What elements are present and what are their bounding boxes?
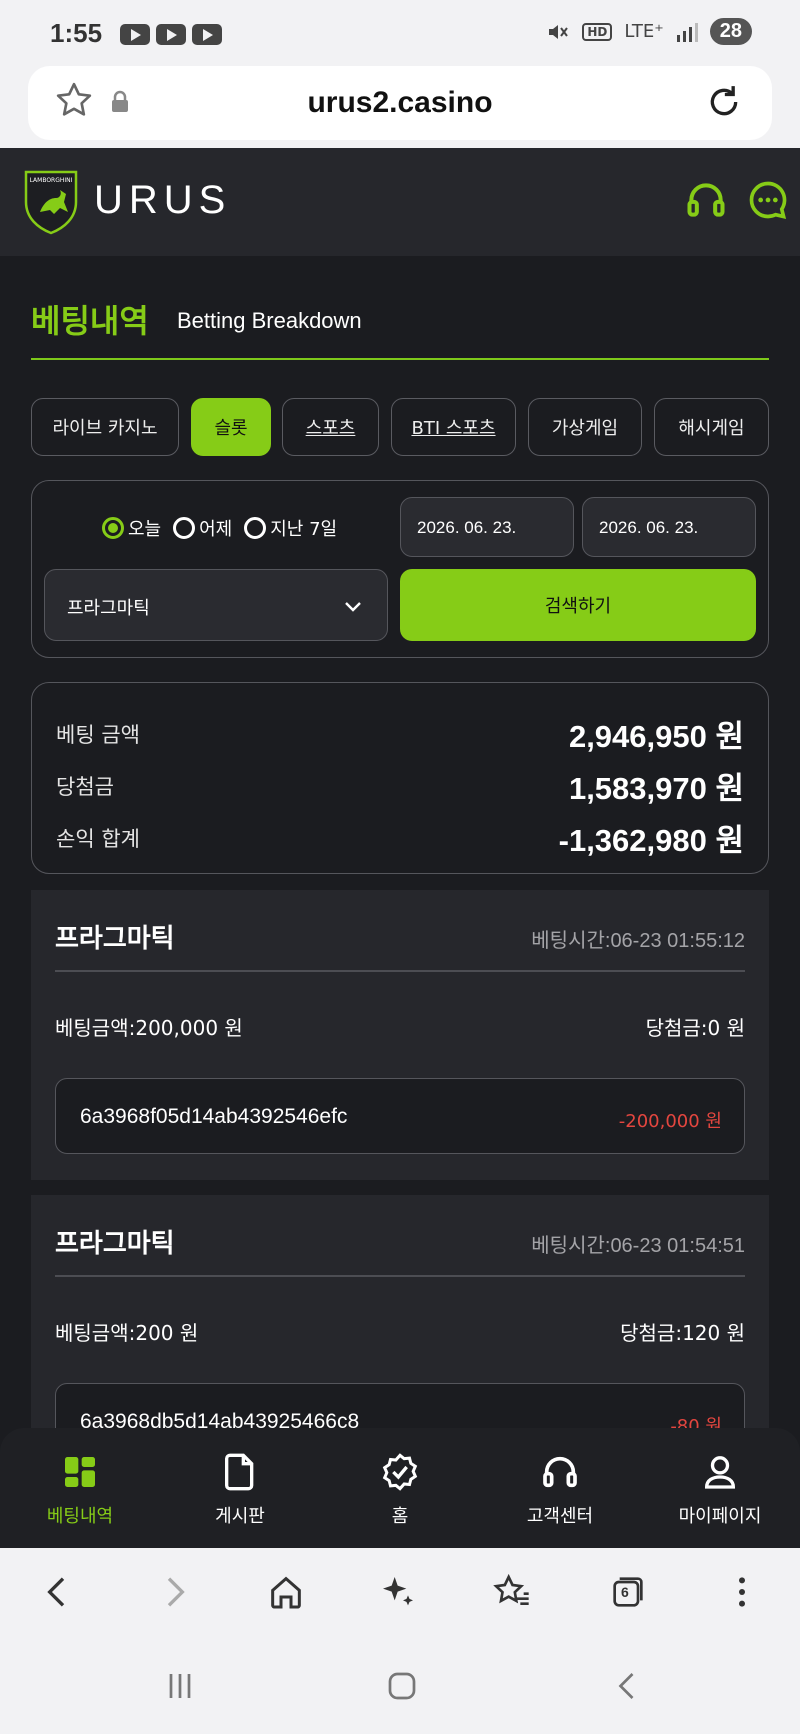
customer-support-headset-icon[interactable]	[684, 178, 728, 222]
summary-bet-row: 베팅 금액 2,946,950 원	[56, 711, 744, 754]
badge-check-icon	[382, 1453, 418, 1491]
browser-address-area: urus2.casino	[0, 62, 800, 148]
bet-pnl: -200,000 원	[618, 1111, 722, 1132]
home-button-icon[interactable]	[382, 1668, 422, 1704]
chat-bubble-icon[interactable]	[746, 178, 790, 222]
bet-amount: 베팅금액:200 원	[55, 1321, 199, 1345]
youtube-notification-icon	[192, 24, 222, 45]
betting-history-icon	[65, 1457, 95, 1487]
home-icon[interactable]	[266, 1572, 306, 1612]
svg-text:LAMBORGHINI: LAMBORGHINI	[30, 177, 73, 184]
mute-icon	[549, 24, 569, 39]
divider	[55, 1275, 745, 1277]
lte-icon: LTE⁺	[624, 21, 664, 42]
provider-select[interactable]: 프라그마틱	[44, 569, 388, 641]
bet-game-name: 프라그마틱	[55, 1229, 175, 1259]
page-title: 베팅내역	[31, 302, 149, 340]
app-header: LAMBORGHINI URUS	[0, 148, 800, 256]
user-icon	[704, 1456, 736, 1489]
summary-pnl-row: 손익 합계 -1,362,980 원	[56, 815, 744, 858]
nav-betting-history[interactable]: 베팅내역	[0, 1428, 160, 1548]
tab-sports[interactable]: 스포츠	[282, 398, 379, 456]
bet-game-name: 프라그마틱	[55, 924, 175, 954]
more-vertical-icon[interactable]	[722, 1572, 762, 1612]
page-subtitle: Betting Breakdown	[177, 308, 362, 333]
category-tabs: 라이브 카지노 슬롯 스포츠 BTI 스포츠 가상게임 해시게임	[31, 398, 769, 456]
hd-voice-icon: HD	[582, 22, 613, 41]
signal-icon	[676, 22, 698, 42]
bookmarks-star-icon[interactable]	[492, 1572, 532, 1612]
nav-my-page[interactable]: 마이페이지	[640, 1428, 800, 1548]
browser-toolbar: 6	[0, 1548, 800, 1638]
date-to-input[interactable]: 2026. 06. 23.	[582, 497, 756, 557]
nav-home[interactable]: 홈	[320, 1428, 480, 1548]
radio-unchecked-icon[interactable]	[244, 517, 267, 539]
tab-count: 6	[621, 1584, 629, 1600]
win-amount: 당첨금:0 원	[645, 1016, 745, 1040]
radio-checked-icon[interactable]	[102, 517, 124, 539]
page-title-row: 베팅내역 Betting Breakdown	[31, 296, 769, 360]
back-arrow-icon[interactable]	[38, 1572, 78, 1612]
status-bar: 1:55 HD LTE⁺ 28	[0, 0, 800, 62]
tab-hash-games[interactable]: 해시게임	[654, 398, 769, 456]
brand-name[interactable]: URUS	[94, 178, 231, 223]
tab-bti-sports[interactable]: BTI 스포츠	[391, 398, 516, 456]
nav-customer-center[interactable]: 고객센터	[480, 1428, 640, 1548]
chevron-down-icon	[345, 602, 361, 612]
summary-win-value: 1,583,970 원	[568, 771, 744, 806]
document-icon	[225, 1453, 254, 1491]
radio-last-7-days[interactable]: 지난 7일	[244, 515, 337, 541]
nav-board[interactable]: 게시판	[160, 1428, 320, 1548]
forward-arrow-icon[interactable]	[154, 1572, 194, 1612]
headset-icon	[543, 1456, 577, 1488]
recent-apps-icon[interactable]	[160, 1668, 200, 1704]
address-bar[interactable]: urus2.casino	[28, 66, 772, 140]
youtube-notification-icon	[156, 24, 186, 45]
tab-virtual-games[interactable]: 가상게임	[528, 398, 642, 456]
reload-icon[interactable]	[704, 82, 744, 122]
summary-win-row: 당첨금 1,583,970 원	[56, 763, 744, 806]
bet-card: 프라그마틱 베팅시간:06-23 01:54:51 베팅금액:200 원 당첨금…	[31, 1195, 769, 1459]
provider-select-value: 프라그마틱	[67, 598, 150, 619]
transaction-box: 6a3968f05d14ab4392546efc -200,000 원	[55, 1078, 745, 1154]
period-radio-group: 오늘 어제 지난 7일	[102, 515, 337, 541]
search-button[interactable]: 검색하기	[400, 569, 756, 641]
bet-amount: 베팅금액:200,000 원	[55, 1016, 243, 1040]
filter-panel: 오늘 어제 지난 7일 2026. 06. 23. 2026. 06. 23. …	[31, 480, 769, 658]
transaction-id: 6a3968f05d14ab4392546efc	[80, 1105, 348, 1128]
system-nav-bar	[0, 1638, 800, 1734]
back-button-icon[interactable]	[608, 1668, 648, 1704]
summary-pnl-value: -1,362,980 원	[558, 823, 744, 858]
tab-live-casino[interactable]: 라이브 카지노	[31, 398, 179, 456]
divider	[55, 970, 745, 972]
summary-bet-value: 2,946,950 원	[568, 719, 744, 754]
app-bottom-nav: 베팅내역 게시판 홈 고객센터 마이페이지	[0, 1428, 800, 1548]
summary-panel: 베팅 금액 2,946,950 원 당첨금 1,583,970 원 손익 합계 …	[31, 682, 769, 874]
lamborghini-logo[interactable]: LAMBORGHINI	[22, 168, 80, 236]
url-text: urus2.casino	[307, 86, 493, 119]
sparkles-icon[interactable]	[378, 1572, 418, 1612]
battery-indicator: 28	[709, 18, 752, 45]
radio-yesterday[interactable]: 어제	[173, 515, 232, 541]
radio-today[interactable]: 오늘	[102, 515, 161, 541]
bet-time: 베팅시간:06-23 01:54:51	[531, 1235, 745, 1257]
tab-slot[interactable]: 슬롯	[191, 398, 271, 456]
radio-unchecked-icon[interactable]	[173, 517, 196, 539]
tabs-button[interactable]: 6	[608, 1572, 648, 1612]
date-from-input[interactable]: 2026. 06. 23.	[400, 497, 574, 557]
win-amount: 당첨금:120 원	[620, 1321, 745, 1345]
youtube-notification-icon	[120, 24, 150, 45]
bet-time: 베팅시간:06-23 01:55:12	[531, 930, 745, 952]
bet-card: 프라그마틱 베팅시간:06-23 01:55:12 베팅금액:200,000 원…	[31, 890, 769, 1180]
status-time: 1:55	[50, 18, 103, 48]
